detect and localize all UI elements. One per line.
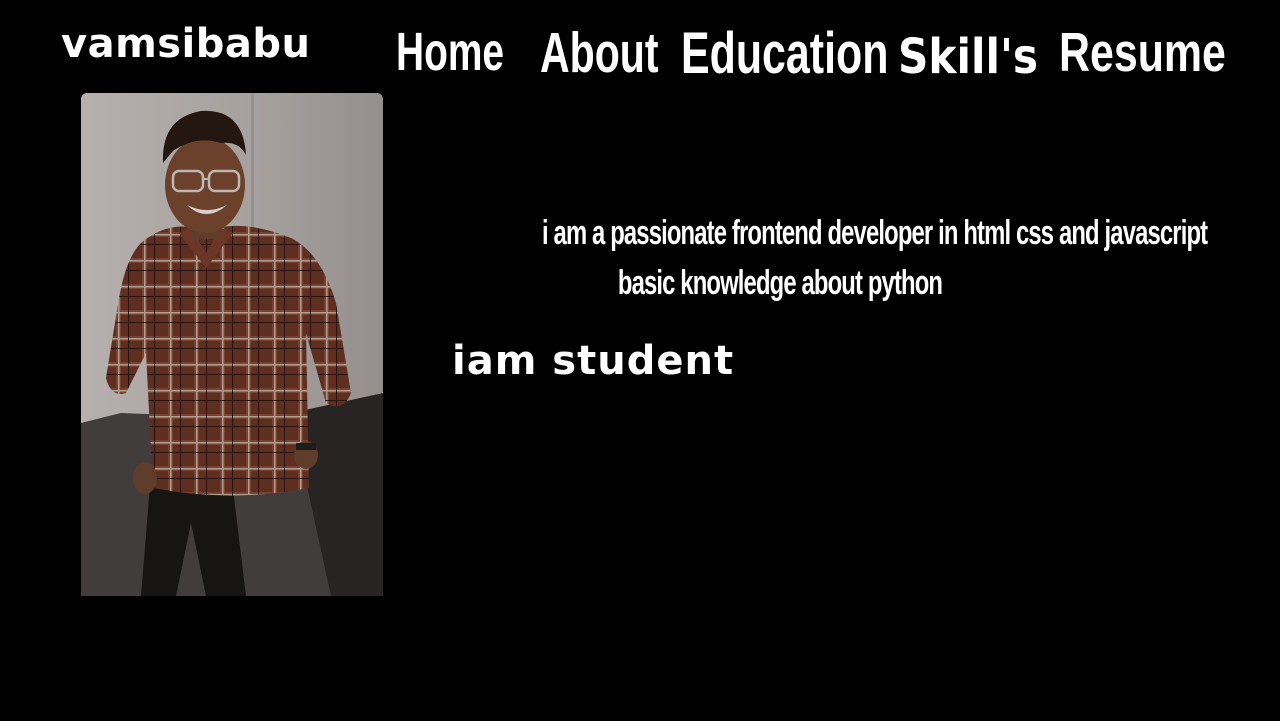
nav-link-education[interactable]: Education xyxy=(681,24,888,84)
status-text: iam student xyxy=(452,338,735,384)
site-brand: vamsibabu xyxy=(61,21,311,67)
nav-link-resume[interactable]: Resume xyxy=(1059,22,1226,82)
nav-link-about[interactable]: About xyxy=(540,23,659,83)
nav-link-skills[interactable]: Skill's xyxy=(898,27,1038,87)
nav-link-home[interactable]: Home xyxy=(396,22,504,82)
profile-photo xyxy=(81,93,383,596)
intro-line-2: basic knowledge about python xyxy=(617,264,943,302)
intro-text: i am a passionate frontend developer in … xyxy=(440,208,1208,308)
intro-line-1: i am a passionate frontend developer in … xyxy=(542,214,1208,252)
